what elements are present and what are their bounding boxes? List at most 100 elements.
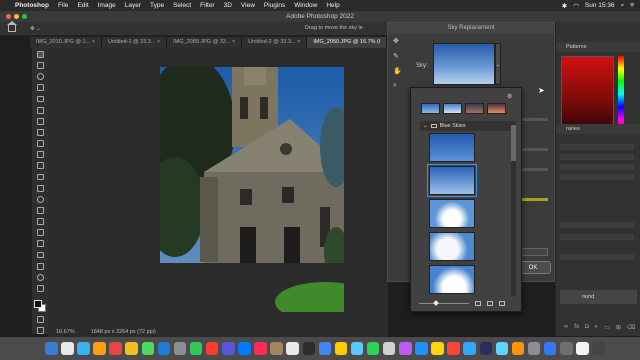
canvas-area[interactable]: [48, 48, 388, 327]
dock-app-icon[interactable]: [189, 342, 203, 355]
dock-app-icon[interactable]: [382, 342, 396, 355]
zoom-level[interactable]: 16.67%: [56, 329, 75, 335]
eraser-tool-icon[interactable]: [36, 173, 44, 181]
crop-tool-icon[interactable]: [36, 95, 44, 103]
dock-app-icon[interactable]: [366, 342, 380, 355]
dock-app-icon[interactable]: [173, 342, 187, 355]
artboard-tool-icon[interactable]: [36, 62, 44, 69]
recent-sky-thumb[interactable]: [487, 103, 506, 114]
dock-app-icon[interactable]: [270, 342, 283, 355]
panel-row[interactable]: [560, 174, 634, 180]
doc-tab-active[interactable]: IMG_2050.JPG @ 16.7% (I: [307, 37, 388, 48]
panel-row[interactable]: [560, 234, 634, 240]
zoom-icon[interactable]: ⌕: [393, 82, 403, 90]
rectangle-tool-icon[interactable]: [36, 251, 44, 259]
dock-app-icon[interactable]: [45, 342, 58, 355]
dock-app-icon[interactable]: [286, 342, 299, 355]
link-layers-icon[interactable]: ∞: [564, 324, 568, 334]
pen-tool-icon[interactable]: [36, 218, 44, 225]
foreground-color-swatch[interactable]: [34, 300, 42, 309]
dock-app-icon[interactable]: [447, 342, 460, 355]
recent-sky-thumb[interactable]: [465, 103, 484, 114]
quick-mask-icon[interactable]: [36, 316, 44, 323]
hand-icon[interactable]: ✋: [393, 67, 403, 75]
sky-dropdown-arrow-icon[interactable]: ⌄: [495, 43, 501, 85]
app-menu[interactable]: Photoshop: [15, 2, 49, 9]
screen-mode-icon[interactable]: [36, 327, 44, 334]
panel-row[interactable]: [560, 154, 634, 160]
dock-app-icon[interactable]: [318, 342, 332, 355]
document-info[interactable]: 1848 px x 3264 px (72 ppi): [91, 329, 156, 335]
dodge-tool-icon[interactable]: [36, 206, 44, 214]
dock-app-icon[interactable]: [205, 342, 219, 355]
menu-image[interactable]: Image: [98, 2, 116, 9]
menu-type[interactable]: Type: [150, 2, 164, 9]
gear-icon[interactable]: ⚙: [507, 93, 512, 100]
dock-app-icon[interactable]: [157, 342, 171, 355]
clone-stamp-icon[interactable]: [36, 151, 44, 159]
zoom-tool-icon[interactable]: [36, 273, 44, 281]
minimize-window-button[interactable]: [14, 14, 19, 19]
slider-knob[interactable]: [433, 300, 439, 306]
menu-view[interactable]: View: [241, 2, 255, 9]
church-photo[interactable]: [160, 67, 344, 312]
dock-app-icon[interactable]: [238, 342, 251, 355]
dock-app-icon[interactable]: [463, 342, 476, 355]
gradient-tool-icon[interactable]: [36, 184, 44, 192]
move-tool-options-icon[interactable]: ✥ ⌄: [30, 26, 41, 32]
slider-track[interactable]: [518, 168, 548, 171]
sky-preview-thumbnail[interactable]: [433, 43, 495, 85]
panel-row[interactable]: [560, 222, 634, 228]
recent-sky-thumb[interactable]: [421, 103, 440, 114]
move-icon[interactable]: ✥: [393, 37, 403, 45]
thumbnail-size-slider[interactable]: [419, 300, 469, 306]
dock-app-icon[interactable]: [302, 342, 315, 355]
dock-app-icon[interactable]: [61, 342, 74, 355]
trash-icon[interactable]: [499, 301, 505, 306]
slider-track[interactable]: [518, 118, 548, 121]
menu-help[interactable]: Help: [326, 2, 339, 9]
new-sky-icon[interactable]: [487, 301, 493, 306]
sky-thumbnail[interactable]: [429, 232, 475, 261]
menu-edit[interactable]: Edit: [77, 2, 88, 9]
color-picker-field[interactable]: [561, 56, 614, 132]
dock-app-icon[interactable]: [222, 342, 235, 355]
adjustment-icon[interactable]: ◐: [595, 324, 599, 334]
sky-group-header[interactable]: ⌄ Blue Skies: [420, 121, 512, 131]
bluetooth-icon[interactable]: ✱: [562, 2, 567, 10]
dock-app-icon[interactable]: [495, 342, 509, 355]
dock-app-icon[interactable]: [543, 342, 557, 355]
sky-thumbnail[interactable]: [429, 133, 475, 162]
sky-brush-icon[interactable]: ✎: [393, 52, 403, 60]
menu-3d[interactable]: 3D: [224, 2, 232, 9]
eyedropper-tool-icon[interactable]: [36, 117, 44, 125]
dock-app-icon[interactable]: [93, 342, 106, 355]
dock-app-icon[interactable]: [511, 342, 525, 355]
trash-icon[interactable]: ⌫: [627, 324, 635, 334]
dock-app-icon[interactable]: [350, 342, 364, 355]
dock-app-icon[interactable]: [415, 342, 428, 355]
dock-app-icon[interactable]: [254, 342, 267, 355]
fx-icon[interactable]: fx: [574, 324, 579, 334]
dock-app-icon[interactable]: [77, 342, 90, 355]
home-icon[interactable]: [7, 21, 17, 32]
object-select-tool-icon[interactable]: [36, 84, 44, 92]
new-layer-icon[interactable]: ⊞: [616, 324, 621, 334]
dock-app-icon[interactable]: [527, 342, 541, 355]
menu-filter[interactable]: Filter: [200, 2, 214, 9]
doc-tab[interactable]: IMG_2089.JPG @ 33... ×: [167, 37, 243, 48]
healing-brush-icon[interactable]: [36, 128, 44, 136]
panel-row[interactable]: [560, 164, 634, 170]
dock-app-icon[interactable]: [109, 342, 122, 355]
menu-plugins[interactable]: Plugins: [264, 2, 285, 9]
dock-app-icon[interactable]: [431, 342, 444, 355]
path-select-icon[interactable]: [36, 240, 44, 248]
dock-app-icon[interactable]: [592, 342, 605, 355]
menu-file[interactable]: File: [58, 2, 68, 9]
output-dropdown[interactable]: [518, 248, 548, 256]
folder-icon[interactable]: [475, 301, 481, 306]
menu-window[interactable]: Window: [294, 2, 317, 9]
recent-sky-thumb[interactable]: [443, 103, 462, 114]
scrollbar-thumb[interactable]: [511, 125, 516, 161]
frame-tool-icon[interactable]: [36, 106, 44, 114]
